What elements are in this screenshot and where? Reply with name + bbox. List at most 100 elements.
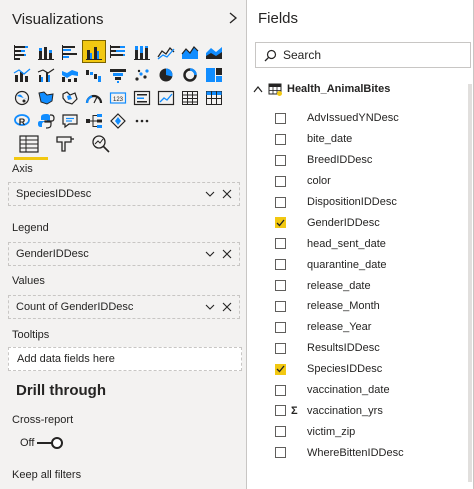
key-influencers-icon[interactable] — [106, 109, 130, 132]
field-item[interactable]: vaccination_date — [275, 380, 471, 401]
field-checkbox[interactable] — [275, 342, 286, 354]
qa-icon[interactable] — [58, 109, 82, 132]
chevron-down-icon[interactable] — [203, 247, 217, 261]
field-checkbox[interactable] — [275, 196, 286, 208]
field-item[interactable]: bite_date — [275, 129, 471, 150]
field-name: WhereBittenIDDesc — [307, 446, 404, 459]
pie-icon[interactable] — [154, 63, 178, 86]
legend-well[interactable]: GenderIDDesc — [8, 242, 240, 266]
field-item[interactable]: DispositionIDDesc — [275, 192, 471, 213]
funnel-icon[interactable] — [106, 63, 130, 86]
field-checkbox[interactable] — [275, 321, 286, 333]
fields-search-input[interactable]: Search — [255, 42, 471, 68]
field-checkbox[interactable] — [275, 259, 286, 271]
legend-field-pill[interactable]: GenderIDDesc — [11, 245, 237, 263]
field-checkbox[interactable] — [275, 363, 286, 375]
matrix-icon[interactable] — [202, 86, 226, 109]
python-visual-icon[interactable] — [34, 109, 58, 132]
clustered-column-icon[interactable] — [82, 40, 106, 63]
cross-report-toggle[interactable]: Off — [20, 437, 64, 449]
field-item[interactable]: GenderIDDesc — [275, 212, 471, 233]
toggle-switch[interactable] — [37, 437, 64, 449]
field-item[interactable]: color — [275, 171, 471, 192]
stacked-bar-icon[interactable] — [10, 40, 34, 63]
values-well[interactable]: Count of GenderIDDesc — [8, 295, 240, 319]
field-item[interactable]: release_Year — [275, 317, 471, 338]
stacked-column-icon[interactable] — [34, 40, 58, 63]
chevron-right-icon[interactable] — [226, 10, 240, 26]
field-checkbox[interactable] — [275, 405, 286, 417]
field-name: AdvIssuedYNDesc — [307, 112, 399, 125]
field-list: AdvIssuedYNDesc bite_date BreedIDDesc color… — [275, 108, 471, 463]
fields-pane: Fields Search Health_AnimalBites AdvIssu… — [247, 0, 474, 489]
format-tab-icon[interactable] — [50, 131, 80, 157]
field-item[interactable]: ResultsIDDesc — [275, 338, 471, 359]
legend-field-name: GenderIDDesc — [16, 248, 89, 260]
chevron-down-icon[interactable] — [203, 300, 217, 314]
line-chart-icon[interactable] — [154, 40, 178, 63]
values-field-name: Count of GenderIDDesc — [16, 301, 134, 313]
chevron-up-icon[interactable] — [253, 85, 263, 93]
fields-tab-icon[interactable] — [14, 131, 48, 160]
values-field-pill[interactable]: Count of GenderIDDesc — [11, 298, 237, 316]
axis-well[interactable]: SpeciesIDDesc — [8, 182, 240, 206]
line-stacked-column-icon[interactable] — [10, 63, 34, 86]
field-checkbox[interactable] — [275, 447, 286, 459]
table-icon[interactable] — [178, 86, 202, 109]
donut-icon[interactable] — [178, 63, 202, 86]
chevron-down-icon[interactable] — [203, 187, 217, 201]
ellipsis-icon[interactable] — [130, 109, 154, 132]
field-checkbox[interactable] — [275, 300, 286, 312]
field-name: bite_date — [307, 133, 353, 146]
field-item[interactable]: WhereBittenIDDesc — [275, 442, 471, 463]
visual-type-row: 123 — [10, 86, 228, 109]
tooltips-well[interactable]: Add data fields here — [8, 347, 242, 371]
field-item[interactable]: SpeciesIDDesc — [275, 359, 471, 380]
field-checkbox[interactable] — [275, 175, 286, 187]
clustered-bar-icon[interactable] — [58, 40, 82, 63]
line-clustered-column-icon[interactable] — [34, 63, 58, 86]
ribbon-chart-icon[interactable] — [58, 63, 82, 86]
scatter-icon[interactable] — [130, 63, 154, 86]
field-checkbox[interactable] — [275, 384, 286, 396]
remove-icon[interactable] — [220, 300, 234, 314]
waterfall-icon[interactable] — [82, 63, 106, 86]
100-stacked-bar-icon[interactable] — [106, 40, 130, 63]
field-checkbox[interactable] — [275, 154, 286, 166]
remove-icon[interactable] — [220, 247, 234, 261]
axis-field-pill[interactable]: SpeciesIDDesc — [11, 185, 237, 203]
field-checkbox[interactable] — [275, 238, 286, 250]
table-header-health-animalbites[interactable]: Health_AnimalBites — [253, 82, 390, 96]
field-checkbox[interactable] — [275, 280, 286, 292]
field-checkbox[interactable] — [275, 112, 286, 124]
field-item[interactable]: release_Month — [275, 296, 471, 317]
r-visual-icon[interactable]: R — [10, 109, 34, 132]
field-checkbox[interactable] — [275, 133, 286, 145]
card-icon[interactable]: 123 — [106, 86, 130, 109]
field-item[interactable]: AdvIssuedYNDesc — [275, 108, 471, 129]
field-name: SpeciesIDDesc — [307, 363, 383, 376]
gauge-icon[interactable] — [82, 86, 106, 109]
field-item[interactable]: head_sent_date — [275, 233, 471, 254]
shape-map-icon[interactable] — [58, 86, 82, 109]
field-checkbox[interactable] — [275, 426, 286, 438]
multi-row-card-icon[interactable] — [130, 86, 154, 109]
axis-field-name: SpeciesIDDesc — [16, 188, 92, 200]
analytics-tab-icon[interactable] — [86, 131, 116, 157]
filled-map-icon[interactable] — [34, 86, 58, 109]
field-item[interactable]: victim_zip — [275, 421, 471, 442]
field-checkbox[interactable] — [275, 217, 286, 229]
treemap-icon[interactable] — [202, 63, 226, 86]
100-stacked-column-icon[interactable] — [130, 40, 154, 63]
kpi-icon[interactable] — [154, 86, 178, 109]
field-item[interactable]: quarantine_date — [275, 254, 471, 275]
field-item[interactable]: Σvaccination_yrs — [275, 400, 471, 421]
field-item[interactable]: release_date — [275, 275, 471, 296]
fields-scrollbar[interactable] — [468, 84, 472, 482]
stacked-area-icon[interactable] — [202, 40, 226, 63]
map-icon[interactable] — [10, 86, 34, 109]
area-chart-icon[interactable] — [178, 40, 202, 63]
decomposition-tree-icon[interactable] — [82, 109, 106, 132]
field-item[interactable]: BreedIDDesc — [275, 150, 471, 171]
remove-icon[interactable] — [220, 187, 234, 201]
